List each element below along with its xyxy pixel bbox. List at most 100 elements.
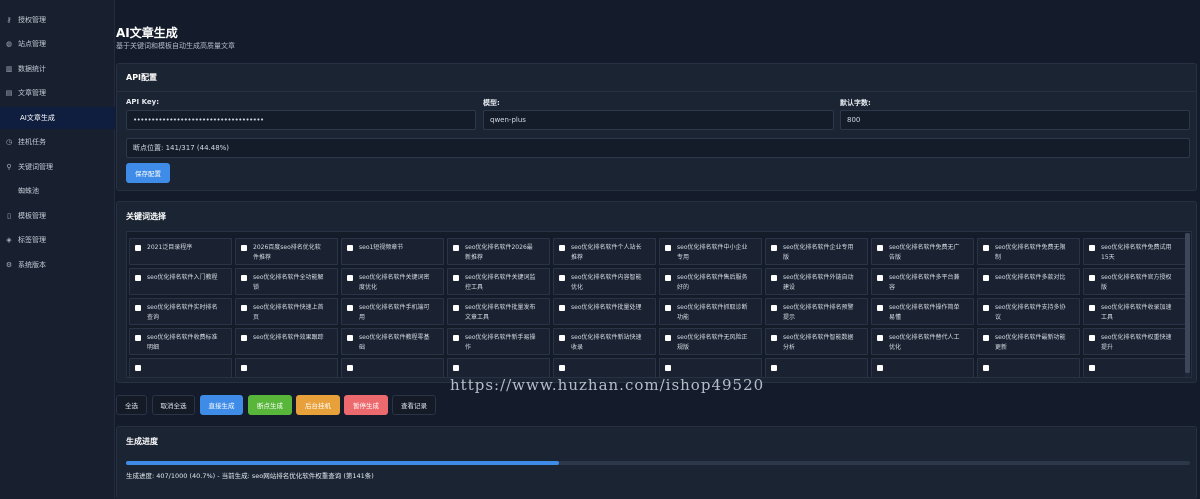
keyword-checkbox[interactable] [983,275,989,281]
keyword-item[interactable]: seo优化排名软件智能数据 分析 [765,328,868,355]
keyword-item[interactable]: seo优化排名软件2026最 新推荐 [447,238,550,265]
view-records-button[interactable]: 查看记录 [392,395,436,415]
keyword-item[interactable]: seo优化排名软件收录加速 工具 [1083,298,1186,325]
keyword-item[interactable]: seo优化排名软件内容智能 优化 [553,268,656,295]
sidebar-item-stats[interactable]: ▥ 数据统计 [0,58,115,80]
keyword-checkbox[interactable] [559,335,565,341]
keyword-item[interactable]: seo优化排名软件关键词密 度优化 [341,268,444,295]
keyword-checkbox[interactable] [135,245,141,251]
keyword-item[interactable]: seo优化排名软件教程零基础 [341,328,444,355]
keyword-checkbox[interactable] [135,335,141,341]
keyword-item[interactable] [235,358,338,377]
keyword-item[interactable] [765,358,868,377]
keyword-item[interactable]: seo优化排名软件无风险正 规版 [659,328,762,355]
keyword-checkbox[interactable] [453,275,459,281]
keyword-checkbox[interactable] [877,335,883,341]
keyword-checkbox[interactable] [983,335,989,341]
keyword-checkbox[interactable] [241,365,247,371]
keyword-item[interactable]: seo优化排名软件中小企业 专用 [659,238,762,265]
keyword-checkbox[interactable] [347,245,353,251]
keyword-item[interactable] [129,358,232,377]
keyword-item[interactable] [1083,358,1186,377]
keyword-checkbox[interactable] [453,305,459,311]
keyword-checkbox[interactable] [665,275,671,281]
keyword-checkbox[interactable] [1089,275,1095,281]
pause-generate-button[interactable]: 暂停生成 [344,395,388,415]
keyword-checkbox[interactable] [135,365,141,371]
keyword-checkbox[interactable] [241,245,247,251]
keyword-item[interactable]: seo优化排名软件多款对比 [977,268,1080,295]
keyword-item[interactable]: seo优化排名软件全功能解锁 [235,268,338,295]
keyword-item[interactable]: seo优化排名软件替代人工 优化 [871,328,974,355]
sidebar-item-system[interactable]: ⚙ 系统版本 [0,254,115,276]
keyword-item[interactable]: seo优化排名软件企业专用版 [765,238,868,265]
keyword-item[interactable]: seo优化排名软件批量发布 文章工具 [447,298,550,325]
keyword-checkbox[interactable] [877,305,883,311]
select-all-button[interactable]: 全选 [116,395,147,415]
keyword-checkbox[interactable] [1089,305,1095,311]
sidebar-item-sites[interactable]: ◍ 站点管理 [0,33,115,55]
keyword-item[interactable]: 2026百度seo排名优化软 件推荐 [235,238,338,265]
keyword-item[interactable] [977,358,1080,377]
keyword-item[interactable]: seo优化排名软件支持多协议 [977,298,1080,325]
sidebar-item-license[interactable]: ⚷ 授权管理 [0,9,115,31]
keyword-checkbox[interactable] [665,245,671,251]
keyword-item[interactable]: seo优化排名软件免费无限制 [977,238,1080,265]
keyword-checkbox[interactable] [1089,245,1095,251]
keyword-item[interactable]: seo优化排名软件个人站长 推荐 [553,238,656,265]
keyword-item[interactable]: seo优化排名软件权重快速 提升 [1083,328,1186,355]
keyword-item[interactable]: seo优化排名软件快速上首页 [235,298,338,325]
keyword-checkbox[interactable] [771,275,777,281]
keyword-checkbox[interactable] [771,305,777,311]
keyword-checkbox[interactable] [983,305,989,311]
keyword-checkbox[interactable] [453,245,459,251]
keyword-checkbox[interactable] [453,365,459,371]
save-config-button[interactable]: 保存配置 [126,163,170,183]
keyword-checkbox[interactable] [559,365,565,371]
scrollbar-thumb[interactable] [1185,233,1190,373]
keyword-checkbox[interactable] [1089,365,1095,371]
keyword-checkbox[interactable] [347,305,353,311]
keyword-checkbox[interactable] [665,365,671,371]
keyword-item[interactable]: seo优化排名软件批量处理 [553,298,656,325]
keyword-item[interactable]: seo优化排名软件免费无广 告版 [871,238,974,265]
keyword-item[interactable]: seo优化排名软件排名预警 提示 [765,298,868,325]
keyword-item[interactable]: seo优化排名软件效果跟踪 [235,328,338,355]
keyword-checkbox[interactable] [877,275,883,281]
keyword-item[interactable]: seo优化排名软件售后服务 好的 [659,268,762,295]
keyword-checkbox[interactable] [877,365,883,371]
sidebar-item-tags[interactable]: ◈ 标签管理 [0,229,115,251]
keyword-item[interactable]: seo优化排名软件免费试用 15天 [1083,238,1186,265]
keyword-checkbox[interactable] [241,335,247,341]
keyword-checkbox[interactable] [453,335,459,341]
keyword-checkbox[interactable] [771,245,777,251]
keyword-item[interactable]: seo1短视频章节 [341,238,444,265]
keyword-item[interactable]: seo优化排名软件官方授权版 [1083,268,1186,295]
keyword-item[interactable] [553,358,656,377]
keyword-checkbox[interactable] [347,365,353,371]
direct-generate-button[interactable]: 直接生成 [200,395,243,415]
keyword-checkbox[interactable] [665,335,671,341]
keyword-item[interactable] [659,358,762,377]
keyword-item[interactable]: seo优化排名软件入门教程 [129,268,232,295]
sidebar-item-keywords[interactable]: ⚲ 关键词管理 [0,156,115,178]
api-key-input[interactable]: •••••••••••••••••••••••••••••••••••• [126,110,476,130]
keyword-checkbox[interactable] [983,365,989,371]
keyword-item[interactable]: seo优化排名软件多平台兼容 [871,268,974,295]
keyword-item[interactable] [447,358,550,377]
keyword-checkbox[interactable] [241,275,247,281]
keyword-checkbox[interactable] [559,275,565,281]
keyword-checkbox[interactable] [559,245,565,251]
keyword-checkbox[interactable] [241,305,247,311]
keyword-checkbox[interactable] [771,365,777,371]
keyword-checkbox[interactable] [559,305,565,311]
breakpoint-generate-button[interactable]: 断点生成 [248,395,292,415]
keyword-item[interactable]: seo优化排名软件新手易操作 [447,328,550,355]
keyword-item[interactable]: seo优化排名软件抓取诊断 功能 [659,298,762,325]
keyword-item[interactable]: seo优化排名软件实时排名 查询 [129,298,232,325]
keyword-scrollbar[interactable] [1185,233,1190,377]
keyword-checkbox[interactable] [983,245,989,251]
keyword-item[interactable]: seo优化排名软件操作简单 易懂 [871,298,974,325]
sidebar-item-tasks[interactable]: ◷ 挂机任务 [0,131,115,153]
keyword-item[interactable]: seo优化排名软件最新功能 更新 [977,328,1080,355]
